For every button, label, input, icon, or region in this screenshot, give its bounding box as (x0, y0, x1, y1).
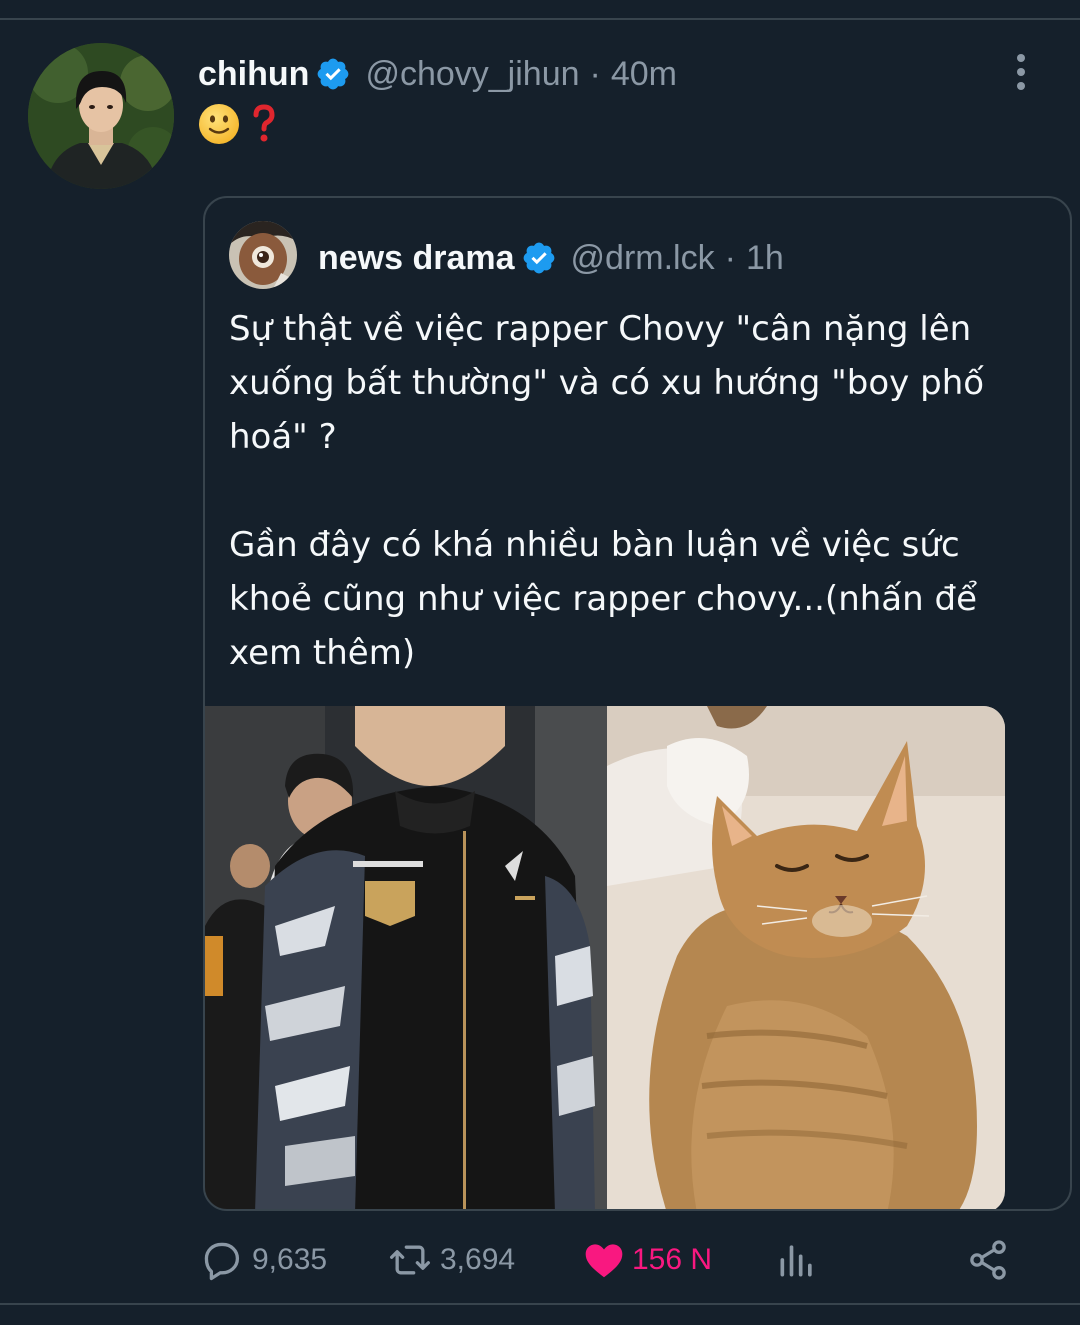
top-divider (0, 18, 1080, 20)
author-display-name[interactable]: chihun (198, 55, 309, 94)
share-button[interactable] (966, 1230, 1010, 1290)
tweet-content (198, 101, 276, 147)
quote-paragraph-2: Gần đây có khá nhiều bàn luận về việc sứ… (229, 525, 977, 673)
quote-author-avatar[interactable] (229, 221, 297, 289)
quote-time[interactable]: 1h (746, 239, 784, 278)
reply-icon (204, 1242, 240, 1281)
views-button[interactable] (775, 1230, 819, 1290)
media-photo-person[interactable] (205, 706, 607, 1209)
reply-button[interactable]: 9,635 (200, 1230, 327, 1290)
quote-text[interactable]: Sự thật về việc rapper Chovy "cân nặng l… (229, 302, 1029, 680)
verified-badge-icon (318, 58, 349, 90)
retweet-button[interactable]: 3,694 (388, 1230, 515, 1290)
quote-verified-badge-icon (523, 242, 554, 274)
quote-author-handle[interactable]: @drm.lck (571, 239, 715, 278)
quoted-tweet[interactable]: news drama @drm.lck · 1h Sự thật về việc… (203, 196, 1072, 1211)
separator-dot: · (589, 54, 601, 93)
bottom-divider (0, 1303, 1080, 1305)
reply-count: 9,635 (252, 1243, 328, 1276)
tweet-header: chihun @chovy_jihun · 40m (198, 52, 677, 96)
more-options-icon[interactable] (1004, 52, 1038, 92)
heart-filled-icon (585, 1244, 623, 1278)
quote-separator-dot: · (724, 238, 736, 277)
quote-paragraph-1: Sự thật về việc rapper Chovy "cân nặng l… (229, 309, 985, 457)
quote-author-display-name[interactable]: news drama (318, 239, 515, 278)
author-handle[interactable]: @chovy_jihun (365, 55, 579, 94)
author-avatar[interactable] (28, 43, 174, 189)
tweet-time[interactable]: 40m (611, 55, 677, 94)
share-icon (970, 1240, 1006, 1280)
retweet-count: 3,694 (440, 1243, 516, 1276)
quote-header: news drama @drm.lck · 1h (318, 236, 784, 280)
analytics-bar-chart-icon (780, 1245, 812, 1277)
retweet-icon (390, 1245, 430, 1275)
action-bar: 9,635 3,694 156 N (0, 1230, 1080, 1290)
like-count: 156 N (632, 1243, 713, 1276)
media-photo-cat[interactable] (607, 706, 1005, 1209)
red-question-mark-icon (253, 104, 275, 142)
like-button[interactable]: 156 N (582, 1230, 712, 1290)
quote-media[interactable] (205, 706, 1005, 1209)
slightly-smiling-face-icon (199, 104, 239, 144)
